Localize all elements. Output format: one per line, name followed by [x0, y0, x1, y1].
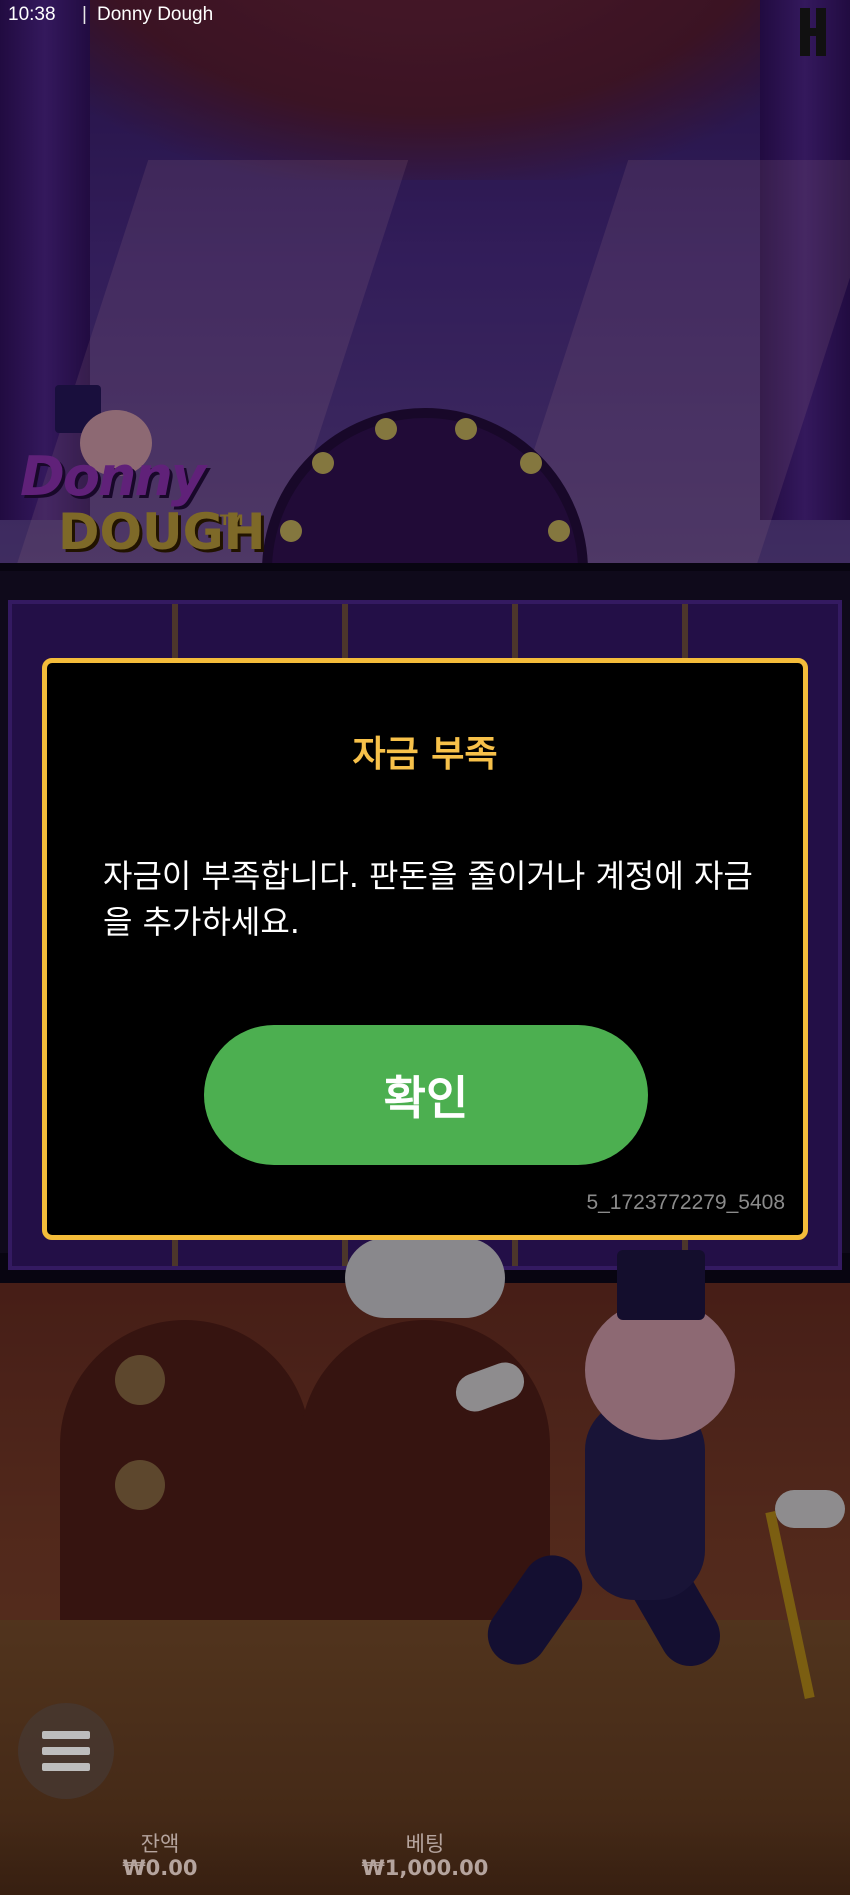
- status-time: 10:38: [8, 4, 56, 25]
- menu-button[interactable]: [18, 1703, 114, 1799]
- status-separator: |: [82, 4, 87, 25]
- balance-label: 잔액: [140, 1832, 180, 1856]
- bet-label: 베팅: [405, 1832, 445, 1856]
- dialog-title: 자금 부족: [352, 734, 498, 775]
- confirm-button[interactable]: 확인: [204, 1025, 648, 1165]
- balance-value: ₩0.00: [122, 1856, 198, 1880]
- insufficient-funds-dialog: 자금 부족 자금이 부족합니다. 판돈을 줄이거나 계정에 자금을 추가하세요.…: [42, 658, 808, 1240]
- provider-logo-icon: [794, 8, 830, 60]
- dialog-message: 자금이 부족합니다. 판돈을 줄이거나 계정에 자금을 추가하세요.: [103, 857, 753, 941]
- bet-value[interactable]: ₩1,000.00: [345, 1856, 505, 1880]
- hamburger-menu-icon: [42, 1731, 90, 1771]
- game-title: Donny Dough: [97, 4, 214, 25]
- error-code: 5_1723772279_5408: [586, 1191, 785, 1214]
